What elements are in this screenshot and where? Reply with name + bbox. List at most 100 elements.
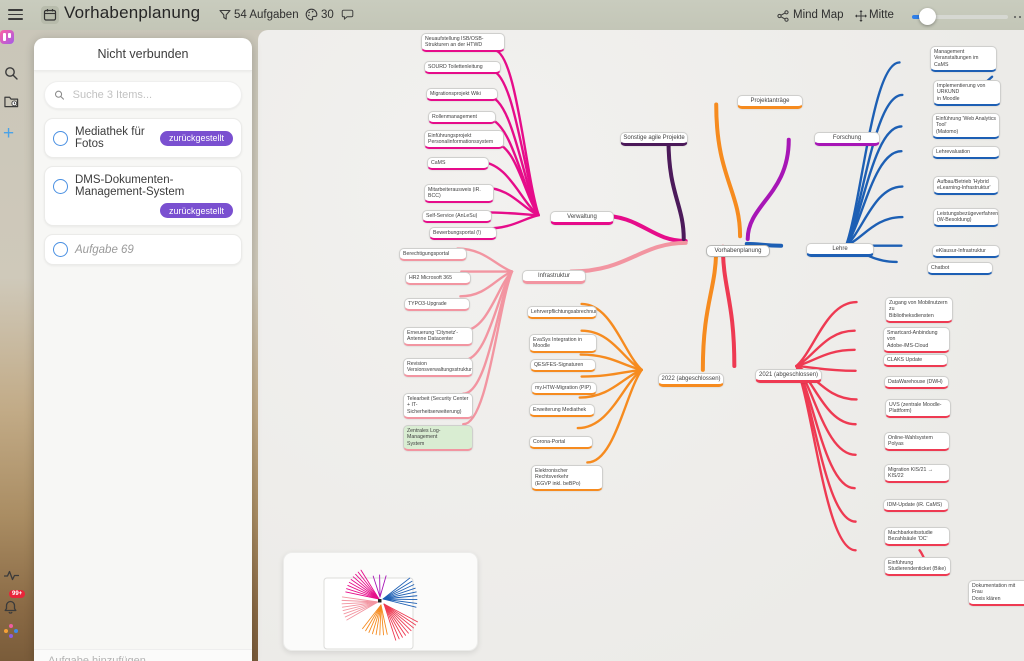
mindmap-node[interactable]: Infrastruktur: [522, 270, 586, 284]
mindmap-node[interactable]: Dokumentation mit Frau Doxis klären: [968, 580, 1024, 606]
item-checkbox[interactable]: [53, 242, 68, 257]
mindmap-node[interactable]: Telearbeit (Security Center + IT-Sicherh…: [403, 393, 473, 419]
more-options-icon[interactable]: [1014, 16, 1022, 19]
mindmap-node[interactable]: Aufbau/Betrieb 'Hybrid eLearning-Infrast…: [933, 176, 999, 195]
mindmap-node[interactable]: Einführungsprojekt Personalinformationss…: [424, 130, 504, 149]
mindmap-node[interactable]: Lehrverpflichtungsabrechnung: [527, 306, 597, 319]
unconnected-items-panel: Nicht verbunden Mediathek für Fotoszurüc…: [34, 38, 252, 661]
mindmap-node[interactable]: 2021 (abgeschlossen): [755, 369, 822, 383]
mindmap-node[interactable]: Bewerbungsportal (!): [429, 227, 497, 240]
mindmap-edge: [668, 140, 683, 239]
mindmap-node[interactable]: Management Veranstaltungen im CaMS: [930, 46, 997, 72]
mindmap-edge: [578, 370, 642, 428]
mindmap-node[interactable]: Machbarkeitsstudie Bezahlsäule 'OC': [884, 527, 950, 546]
status-badge: zurückgestellt: [160, 203, 233, 218]
mindmap-edge: [716, 104, 740, 236]
mindmap-node[interactable]: Einführung 'Web Analytics Tool' (Matomo): [932, 113, 1000, 139]
zoom-slider-knob[interactable]: [919, 8, 936, 25]
search-icon[interactable]: [4, 66, 19, 81]
mindmap-node[interactable]: Migration KIS/21 → KIS/22: [884, 464, 950, 483]
mindmap-node[interactable]: Verwaltung: [550, 211, 614, 225]
mindmap-node[interactable]: Sonstige agile Projekte: [620, 132, 688, 146]
mindmap-node[interactable]: Lehrevaluation: [932, 146, 1000, 159]
mindmap-node[interactable]: Projektanträge: [737, 95, 803, 109]
notifications-bell[interactable]: 99+: [3, 596, 21, 616]
mindmap-edge: [463, 272, 512, 361]
search-input[interactable]: [71, 88, 232, 102]
list-item[interactable]: DMS-Dokumenten-Management-System zurückge…: [44, 166, 242, 226]
center-view-icon[interactable]: [855, 10, 867, 22]
mindmap-node[interactable]: SOURD Toilettenleitung: [424, 61, 501, 74]
mindmap-node[interactable]: EvaSys Integration in Moodle: [529, 334, 597, 353]
mindmap-node[interactable]: Implementierung von URKUND in Moodle: [933, 80, 1001, 106]
item-title: DMS-Dokumenten-Management-System: [75, 174, 233, 198]
mindmap-node[interactable]: Revision Versionsverwaltungsstruktur: [403, 358, 473, 377]
mindmap-edge: [703, 248, 716, 370]
mindmap-node[interactable]: CaMS: [427, 157, 489, 170]
panel-header: Nicht verbunden: [34, 38, 252, 71]
app-logo-icon[interactable]: [0, 30, 14, 44]
mindmap-node[interactable]: Neuaufstellung ISB/OSB- Strukturen an de…: [421, 33, 505, 52]
mindmap-node[interactable]: UVS (zentrale Moodle- Plattform): [885, 399, 951, 418]
mindmap-node[interactable]: Migrationsprojekt Wiki: [426, 88, 498, 101]
mindmap-node[interactable]: DataWarehouse (DWH): [884, 376, 949, 389]
mindmap-node[interactable]: QES/FES-Signaturen: [530, 359, 596, 372]
palette-icon[interactable]: [305, 8, 318, 21]
mindmap-node[interactable]: Vorhabenplanung: [706, 245, 770, 257]
archive-folder-icon[interactable]: [4, 94, 19, 109]
mindmap-node[interactable]: 2022 (abgeschlossen): [658, 373, 724, 387]
view-switcher[interactable]: Mind Map: [793, 9, 844, 21]
mindmap-node[interactable]: Erweiterung Mediathek: [529, 404, 595, 417]
add-task-footer[interactable]: Aufgabe hinzufügen: [34, 649, 252, 661]
mindmap-node[interactable]: my.HTW-Migration (PIP): [531, 382, 597, 395]
mindmap-view-icon[interactable]: [777, 10, 789, 22]
mindmap-node[interactable]: Mitarbeiterausweis (iR. BCC): [424, 184, 494, 203]
mindmap-node[interactable]: Smartcard-Anbindung von Adobe-/MS-Cloud: [883, 327, 950, 353]
mindmap-node[interactable]: Leistungsbezügeverfahren (W-Besoldung): [933, 208, 999, 227]
mindmap-node[interactable]: Einführung Studierendenticket (Bike): [884, 557, 951, 576]
mindmap-node[interactable]: HR2 Microsoft 365: [405, 272, 471, 285]
list-item[interactable]: Aufgabe 69: [44, 234, 242, 265]
page-title: Vorhabenplanung: [64, 3, 200, 23]
mindmap-node[interactable]: IDM-Update (iR. CaMS): [883, 499, 949, 512]
mindmap-node[interactable]: Berechtigungsportal: [399, 248, 467, 261]
mindmap-canvas[interactable]: Verwaltung Neuaufstellung ISB/OSB- Strukt…: [258, 30, 1024, 661]
mindmap-node[interactable]: TYPO3-Upgrade: [404, 298, 470, 311]
calendar-icon[interactable]: [41, 6, 59, 24]
mindmap-node[interactable]: eKlausur-Infrastruktur: [932, 245, 1000, 258]
activity-icon[interactable]: [4, 568, 19, 583]
mindmap-node[interactable]: Online-Wahlsystem Polyas: [884, 432, 950, 451]
mindmap-node[interactable]: CLAKS Update: [883, 354, 948, 367]
mindmap-node[interactable]: Erneuerung 'Citynetz'- Antenne Datacente…: [403, 327, 473, 346]
mindmap-node[interactable]: Forschung: [814, 132, 880, 146]
item-list: Mediathek für Fotoszurückgestellt DMS-Dok…: [44, 118, 242, 265]
mindmap-node[interactable]: Chatbot: [927, 262, 993, 275]
mindmap-edge: [796, 350, 854, 366]
item-checkbox[interactable]: [53, 131, 68, 146]
mindmap-node[interactable]: Zugang von Mobilnutzern zu Bibliotheksdi…: [885, 297, 953, 323]
mindmap-node[interactable]: Lehre: [806, 243, 874, 257]
hamburger-menu-icon[interactable]: [8, 9, 23, 20]
mindmap-node[interactable]: Zentrales Log-Management System: [403, 425, 473, 451]
search-input-icon: [54, 89, 65, 101]
mindmap-node[interactable]: Elektronischer Rechtsverkehr (EGVP inkl.…: [531, 465, 603, 491]
mindmap-edge: [493, 143, 539, 216]
status-badge: zurückgestellt: [160, 131, 233, 146]
center-button[interactable]: Mitte: [869, 9, 894, 21]
search-box[interactable]: [44, 81, 242, 109]
mindmap-node[interactable]: Self-Service (AnLeSu): [422, 210, 492, 223]
filter-icon[interactable]: [219, 9, 231, 21]
labels-count: 30: [321, 9, 334, 21]
mindmap-node[interactable]: Corona-Portal: [529, 436, 593, 449]
add-icon[interactable]: +: [3, 126, 14, 142]
apps-icon[interactable]: [4, 624, 18, 638]
top-bar: Vorhabenplanung 54 Aufgaben 30 Mind Map …: [0, 0, 1024, 30]
mindmap-node[interactable]: Rollenmanagement: [428, 111, 496, 124]
chat-icon[interactable]: [341, 9, 354, 21]
notification-badge: 99+: [9, 590, 25, 598]
item-checkbox[interactable]: [53, 179, 68, 194]
mindmap-edge: [748, 140, 789, 239]
minimap[interactable]: [283, 552, 478, 651]
mindmap-edge: [796, 302, 856, 366]
list-item[interactable]: Mediathek für Fotoszurückgestellt: [44, 118, 242, 158]
